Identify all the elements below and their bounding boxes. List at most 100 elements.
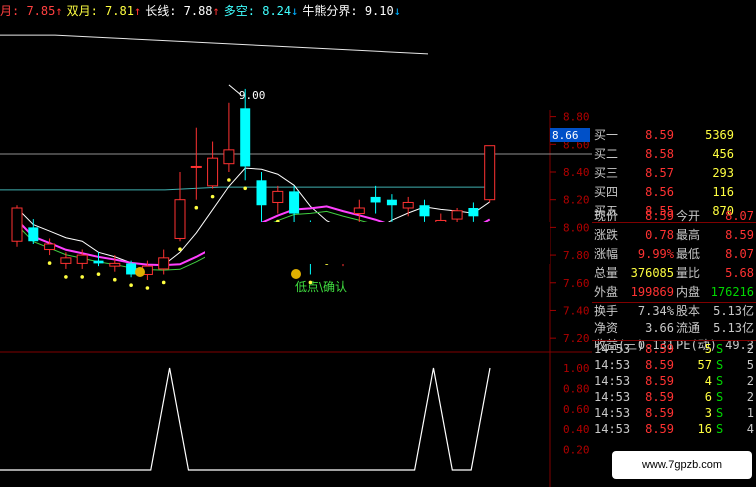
bid-price: 8.59 bbox=[645, 128, 674, 142]
price-axis-label: 7.20 bbox=[563, 332, 590, 345]
signal-dot bbox=[129, 283, 133, 288]
candle bbox=[386, 194, 397, 222]
legend-item: 长线: 7.88↑ bbox=[145, 4, 220, 18]
candle bbox=[174, 172, 186, 252]
signal-dot bbox=[47, 261, 52, 265]
stat-row: 现价 8.59 今开 8.07 bbox=[594, 207, 754, 226]
candle-body bbox=[93, 260, 104, 264]
candle-body bbox=[28, 227, 39, 242]
stat-value: 5.68 bbox=[725, 266, 754, 280]
tick-price: 8.59 bbox=[645, 422, 674, 436]
price-axis-label: 7.40 bbox=[563, 304, 590, 317]
signal-dot bbox=[227, 178, 231, 182]
signal-dot bbox=[243, 186, 247, 191]
legend-arrow: ↑ bbox=[133, 4, 142, 18]
bid-volume: 456 bbox=[712, 147, 734, 161]
signal-dot bbox=[64, 275, 68, 279]
signal-dot bbox=[178, 247, 182, 252]
candle bbox=[126, 260, 137, 288]
price-axis-label: 8.20 bbox=[563, 194, 590, 207]
signal-dot bbox=[194, 205, 199, 210]
price-axis-label: 8.80 bbox=[563, 111, 590, 124]
candle-body bbox=[419, 205, 430, 217]
signal-dot bbox=[210, 194, 215, 199]
candle bbox=[190, 127, 202, 210]
stat-value: 176216 bbox=[710, 285, 754, 299]
signal-dot bbox=[161, 280, 166, 285]
tick-count: 4 bbox=[746, 422, 754, 436]
stat-value: 8.07 bbox=[725, 209, 754, 223]
candle-body bbox=[44, 243, 56, 251]
candle bbox=[60, 252, 72, 279]
bid-volume: 116 bbox=[712, 185, 734, 199]
candle-body bbox=[190, 165, 202, 168]
bull-bear-line bbox=[0, 34, 441, 55]
bid-price: 8.58 bbox=[645, 147, 674, 161]
candle bbox=[11, 205, 23, 247]
stat-value: 8.07 bbox=[725, 247, 754, 261]
candle-body bbox=[174, 199, 186, 239]
quote-panel: 买一 8.59 5369 买二 8.58 456 买三 8.57 293 买四 8.56 116 买五 8… bbox=[592, 0, 756, 487]
candle-body bbox=[272, 190, 284, 203]
signal-dot bbox=[96, 272, 101, 276]
bid-row: 买三 8.57 293 bbox=[594, 164, 754, 183]
legend-arrow: ↑ bbox=[212, 4, 220, 18]
bid-volume: 293 bbox=[712, 166, 734, 180]
stat-row: 涨跌 0.78 最高 8.59 bbox=[594, 226, 754, 245]
osc-axis-label: 0.80 bbox=[563, 382, 590, 395]
oscillator-line bbox=[0, 367, 491, 471]
signal-dot bbox=[113, 277, 117, 282]
bid-volume: 5369 bbox=[705, 128, 734, 142]
low-signal-icon bbox=[291, 269, 301, 279]
bid-row: 买二 8.58 456 bbox=[594, 145, 754, 164]
stat-value: 8.59 bbox=[645, 209, 674, 223]
candle-body bbox=[109, 262, 121, 267]
candle-body bbox=[60, 257, 72, 264]
candle-body bbox=[11, 207, 23, 242]
candle-body bbox=[240, 108, 251, 167]
legend-arrow: ↑ bbox=[55, 4, 63, 18]
candle bbox=[158, 249, 170, 285]
candle-body bbox=[76, 254, 88, 264]
stat-value: 199869 bbox=[630, 285, 674, 299]
current-price-tag-text: 8.66 bbox=[552, 129, 579, 142]
signal-text: 低点\确认 bbox=[295, 280, 347, 294]
candle-body bbox=[256, 180, 267, 206]
legend-arrow: ↓ bbox=[393, 4, 401, 18]
candle bbox=[419, 199, 430, 222]
long-line bbox=[0, 186, 495, 191]
osc-axis-label: 1.00 bbox=[563, 362, 590, 375]
price-axis-label: 7.60 bbox=[563, 277, 590, 290]
stat-row: 涨幅 9.99% 最低 8.07 bbox=[594, 245, 754, 264]
candle-body bbox=[289, 191, 300, 214]
candle-body bbox=[126, 263, 137, 275]
candle bbox=[468, 202, 479, 222]
candle-body bbox=[468, 208, 479, 217]
high-price-label: 9.00 bbox=[239, 89, 266, 102]
bid-row: 买四 8.56 116 bbox=[594, 183, 754, 202]
candle-body bbox=[223, 149, 235, 165]
tick-side: S bbox=[716, 422, 724, 436]
tick-row: 14:53 8.59 16 S 4 bbox=[594, 420, 754, 439]
low-signal-icon bbox=[135, 267, 145, 277]
candle-body bbox=[451, 210, 463, 220]
legend-item: 多空: 8.24↓ bbox=[223, 4, 299, 18]
candle-body bbox=[158, 257, 170, 270]
bid-row: 买一 8.59 5369 bbox=[594, 126, 754, 145]
watermark: www.7gpzb.com bbox=[612, 451, 752, 479]
candle bbox=[223, 102, 235, 182]
candle bbox=[28, 219, 39, 244]
indicator-legend: 月: 7.85↑ 双月: 7.81↑ 长线: 7.88↑ 多空: 8.24↓ 牛熊分界:… bbox=[0, 2, 405, 18]
redaction-block-middle bbox=[205, 222, 550, 264]
osc-axis-label: 0.20 bbox=[563, 444, 590, 457]
signal-dot bbox=[145, 286, 150, 290]
tick-volume: 16 bbox=[697, 422, 712, 436]
stat-value: 376085 bbox=[630, 266, 674, 280]
candle-body bbox=[353, 207, 365, 215]
price-axis-label: 8.40 bbox=[563, 166, 590, 179]
legend-item: 牛熊分界: 9.10↓ bbox=[302, 4, 401, 18]
candle bbox=[207, 141, 219, 199]
candle-body bbox=[484, 145, 496, 201]
legend-item: 双月: 7.81↑ bbox=[66, 4, 142, 18]
candle bbox=[484, 145, 496, 203]
